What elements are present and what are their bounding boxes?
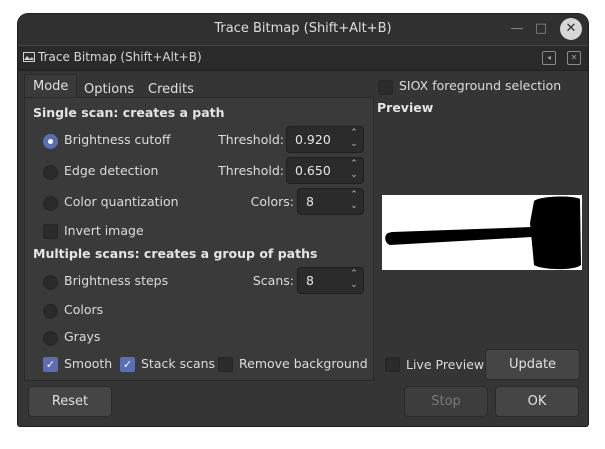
spin-up-icon[interactable]: ⌃ <box>349 269 359 279</box>
smooth-label: Smooth <box>64 356 113 371</box>
invert-image-checkbox[interactable] <box>43 224 58 239</box>
brightness-threshold-value: 0.920 <box>295 132 331 147</box>
colors-radio[interactable] <box>43 304 58 319</box>
dock-title: Trace Bitmap (Shift+Alt+B) <box>38 50 202 64</box>
dock-close-button[interactable]: ✕ <box>567 51 581 65</box>
single-scan-heading: Single scan: creates a path <box>33 105 225 120</box>
title-bar[interactable]: Trace Bitmap (Shift+Alt+B) — □ ✕ <box>18 14 588 45</box>
tab-mode[interactable]: Mode <box>24 74 78 99</box>
smooth-checkbox[interactable]: ✓ <box>43 357 58 372</box>
trace-preview-image <box>382 195 582 270</box>
remove-background-label: Remove background <box>239 356 368 371</box>
update-button[interactable]: Update <box>485 349 580 380</box>
ok-button[interactable]: OK <box>495 386 579 417</box>
spin-down-icon[interactable]: ⌄ <box>349 170 359 180</box>
grays-label: Grays <box>64 329 101 344</box>
preview-heading: Preview <box>377 100 434 115</box>
colors-count-value: 8 <box>306 194 314 209</box>
live-preview-checkbox[interactable] <box>385 357 400 372</box>
edge-threshold-spinbox[interactable]: 0.650 ⌃ ⌄ <box>286 157 364 184</box>
scans-spinbox[interactable]: 8 ⌃ ⌄ <box>297 267 364 294</box>
spin-down-icon[interactable]: ⌄ <box>349 280 359 290</box>
brightness-cutoff-label: Brightness cutoff <box>64 132 171 147</box>
edge-threshold-label: Threshold: <box>218 163 284 178</box>
color-quantization-label: Color quantization <box>64 194 179 209</box>
colors-count-spinbox[interactable]: 8 ⌃ ⌄ <box>297 188 364 215</box>
spin-up-icon[interactable]: ⌃ <box>349 128 359 138</box>
spin-down-icon[interactable]: ⌄ <box>349 139 359 149</box>
grays-radio[interactable] <box>43 331 58 346</box>
brightness-steps-radio[interactable] <box>43 275 58 290</box>
edge-detection-radio[interactable] <box>43 165 58 180</box>
colors-label: Colors <box>64 302 104 317</box>
close-button[interactable]: ✕ <box>560 18 582 40</box>
spin-up-icon[interactable]: ⌃ <box>349 190 359 200</box>
stack-scans-label: Stack scans <box>141 356 216 371</box>
brightness-cutoff-radio[interactable] <box>43 134 58 149</box>
remove-background-checkbox[interactable] <box>218 357 233 372</box>
colors-count-label: Colors: <box>250 194 294 209</box>
brightness-threshold-spinbox[interactable]: 0.920 ⌃ ⌄ <box>286 126 364 153</box>
color-quantization-radio[interactable] <box>43 196 58 211</box>
trace-bitmap-window: Trace Bitmap (Shift+Alt+B) — □ ✕ Trace B… <box>18 14 588 426</box>
siox-checkbox[interactable] <box>378 80 393 95</box>
tab-options[interactable]: Options <box>76 77 142 98</box>
trace-bitmap-icon <box>23 52 35 62</box>
scans-label: Scans: <box>252 273 294 288</box>
live-preview-label: Live Preview <box>406 357 485 372</box>
spin-up-icon[interactable]: ⌃ <box>349 159 359 169</box>
stop-button[interactable]: Stop <box>404 386 488 417</box>
dock-header: Trace Bitmap (Shift+Alt+B) ◂ ✕ <box>18 45 588 71</box>
multiple-scans-heading: Multiple scans: creates a group of paths <box>33 246 318 261</box>
maximize-button[interactable]: □ <box>529 18 553 40</box>
dock-undock-button[interactable]: ◂ <box>542 51 556 65</box>
tab-credits[interactable]: Credits <box>140 77 202 98</box>
edge-threshold-value: 0.650 <box>295 163 331 178</box>
hammer-silhouette <box>385 196 581 270</box>
edge-detection-label: Edge detection <box>64 163 159 178</box>
brightness-steps-label: Brightness steps <box>64 273 169 288</box>
spin-down-icon[interactable]: ⌄ <box>349 201 359 211</box>
stack-scans-checkbox[interactable]: ✓ <box>120 357 135 372</box>
scans-value: 8 <box>306 273 314 288</box>
minimize-button[interactable]: — <box>505 18 529 40</box>
siox-label: SIOX foreground selection <box>399 78 562 93</box>
invert-image-label: Invert image <box>64 223 144 238</box>
brightness-threshold-label: Threshold: <box>218 132 284 147</box>
window-title: Trace Bitmap (Shift+Alt+B) <box>214 21 392 36</box>
reset-button[interactable]: Reset <box>28 386 112 417</box>
